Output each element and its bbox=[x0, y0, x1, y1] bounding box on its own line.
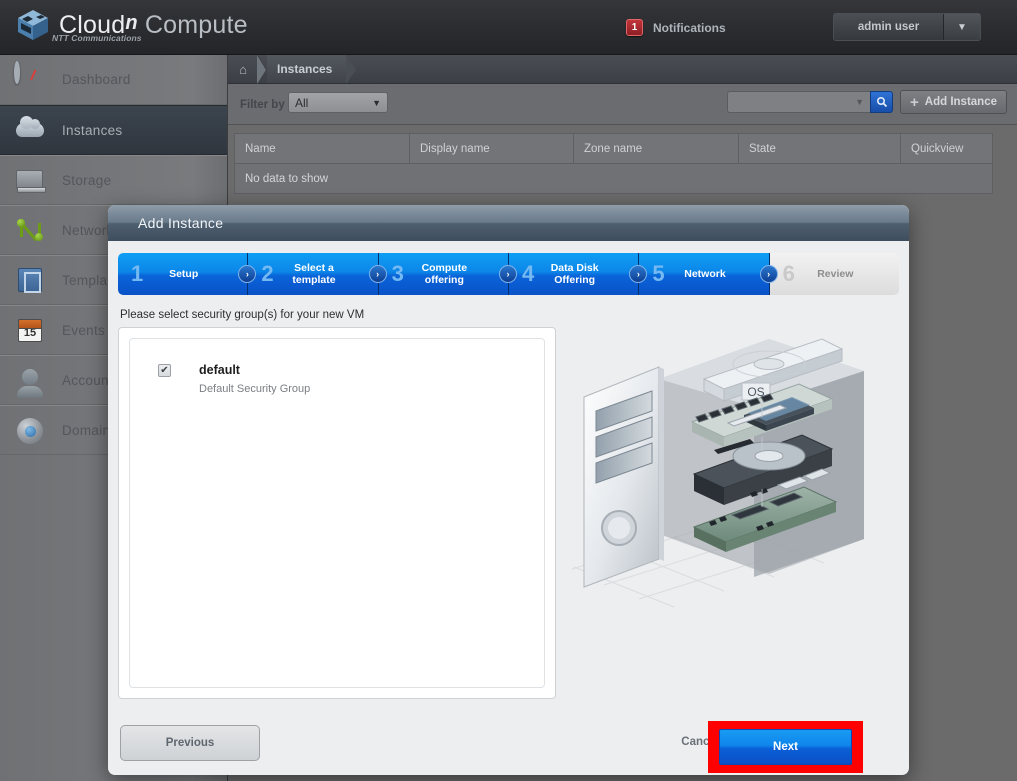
step-chevron-right-icon: › bbox=[368, 265, 387, 283]
next-button[interactable]: Next bbox=[719, 729, 852, 765]
breadcrumb: ⌂ Instances bbox=[228, 55, 1017, 84]
step-number: 5 bbox=[652, 261, 665, 286]
computer-tower-illustration: OS bbox=[571, 338, 864, 608]
gauge-icon bbox=[14, 60, 46, 96]
user-icon bbox=[14, 364, 46, 398]
plus-icon: + bbox=[910, 93, 919, 111]
wizard-step-3[interactable]: 3 Compute offering › bbox=[378, 253, 517, 295]
table-col-name[interactable]: Name bbox=[235, 134, 410, 163]
search-group: ▼ bbox=[727, 91, 893, 113]
breadcrumb-tail bbox=[346, 55, 357, 84]
step-chevron-right-icon: › bbox=[238, 265, 257, 283]
step-number: 1 bbox=[131, 261, 144, 286]
notifications-label: Notifications bbox=[653, 20, 726, 35]
cloud-icon bbox=[14, 114, 46, 146]
step-chevron-right-icon: › bbox=[498, 265, 517, 283]
sidebar-item-instances[interactable]: Instances bbox=[0, 105, 227, 155]
wizard-steps: 1 Setup › 2 Select a template › 3 Comput… bbox=[118, 253, 899, 295]
filter-label: Filter by bbox=[240, 99, 285, 111]
app-root: Cloudn Compute NTT Communications 1 Noti… bbox=[0, 0, 1017, 781]
top-header: Cloudn Compute NTT Communications 1 Noti… bbox=[0, 0, 1017, 55]
security-group-description: Default Security Group bbox=[199, 383, 311, 395]
table-header-row: Name Display name Zone name State Quickv… bbox=[234, 133, 993, 164]
next-button-highlight: Next bbox=[708, 721, 863, 773]
dialog-title: Add Instance bbox=[108, 205, 909, 241]
security-group-row[interactable]: ✔ default Default Security Group bbox=[130, 353, 544, 395]
security-group-name: default bbox=[199, 363, 240, 377]
security-group-list: ✔ default Default Security Group bbox=[129, 338, 545, 688]
table-col-display-name[interactable]: Display name bbox=[410, 134, 574, 163]
security-group-list-panel: ✔ default Default Security Group bbox=[118, 327, 556, 699]
search-icon[interactable] bbox=[870, 91, 893, 113]
wizard-step-6[interactable]: 6 Review bbox=[769, 253, 899, 295]
toolbar: Filter by All ▼ ▼ + Add Instance bbox=[228, 84, 1017, 125]
template-icon bbox=[14, 264, 46, 296]
search-input[interactable] bbox=[727, 91, 870, 113]
brand-subtitle: NTT Communications bbox=[52, 33, 142, 43]
instances-table: Name Display name Zone name State Quickv… bbox=[234, 133, 993, 194]
sidebar-item-storage[interactable]: Storage bbox=[0, 155, 227, 205]
wizard-step-1[interactable]: 1 Setup › bbox=[118, 253, 257, 295]
table-empty-row: No data to show bbox=[234, 164, 993, 194]
cloudn-cube-icon bbox=[14, 6, 52, 44]
chevron-down-icon: ▼ bbox=[372, 97, 381, 108]
user-menu[interactable]: admin user ▼ bbox=[833, 13, 981, 41]
sidebar-item-dashboard[interactable]: Dashboard bbox=[0, 55, 227, 105]
network-nodes-icon bbox=[14, 214, 46, 246]
previous-button[interactable]: Previous bbox=[120, 725, 260, 761]
step-number: 2 bbox=[261, 261, 274, 286]
instance-illustration: OS bbox=[556, 327, 899, 699]
sidebar-label-dashboard: Dashboard bbox=[62, 72, 131, 87]
step-chevron-right-icon: › bbox=[759, 265, 778, 283]
wizard-step-2[interactable]: 2 Select a template › bbox=[248, 253, 387, 295]
add-instance-button[interactable]: + Add Instance bbox=[900, 90, 1007, 114]
wizard-step-5[interactable]: 5 Network › bbox=[639, 253, 778, 295]
step-chevron-right-icon: › bbox=[629, 265, 648, 283]
breadcrumb-current[interactable]: Instances bbox=[267, 55, 347, 83]
add-instance-label: Add Instance bbox=[924, 96, 997, 108]
table-col-state[interactable]: State bbox=[739, 134, 901, 163]
step-number: 6 bbox=[782, 261, 795, 286]
sidebar-label-network: Network bbox=[62, 222, 114, 238]
wizard-step-4[interactable]: 4 Data Disk Offering › bbox=[508, 253, 648, 295]
home-icon[interactable]: ⌂ bbox=[228, 55, 258, 83]
dialog-body: ✔ default Default Security Group OS bbox=[108, 321, 909, 699]
security-group-text: default Default Security Group bbox=[199, 361, 310, 395]
filter-by-select[interactable]: All ▼ bbox=[288, 92, 388, 113]
brand-superscript: n bbox=[125, 11, 138, 34]
table-col-zone-name[interactable]: Zone name bbox=[574, 134, 739, 163]
notifications-badge: 1 bbox=[626, 19, 643, 36]
step-number: 4 bbox=[521, 261, 535, 286]
disk-icon bbox=[14, 164, 46, 196]
calendar-icon: 15 bbox=[14, 314, 46, 346]
sidebar-label-events: Events bbox=[62, 322, 106, 338]
filter-by-value: All bbox=[295, 95, 309, 110]
user-name: admin user bbox=[834, 14, 944, 40]
add-instance-dialog: Add Instance 1 Setup › 2 Select a templa… bbox=[108, 205, 909, 775]
notifications[interactable]: 1 Notifications bbox=[626, 19, 726, 36]
step-number: 3 bbox=[391, 261, 404, 286]
calendar-day: 15 bbox=[18, 319, 42, 342]
user-menu-chevron-down-icon[interactable]: ▼ bbox=[944, 14, 980, 40]
sidebar-label-instances: Instances bbox=[62, 122, 123, 138]
dialog-footer: Previous Cancel Next bbox=[108, 711, 909, 775]
security-group-checkbox[interactable]: ✔ bbox=[158, 364, 171, 377]
globe-icon bbox=[14, 414, 46, 446]
brand-compute: Compute bbox=[144, 10, 248, 39]
sidebar-label-storage: Storage bbox=[62, 172, 112, 188]
breadcrumb-separator bbox=[257, 55, 267, 84]
table-col-quickview[interactable]: Quickview bbox=[901, 134, 992, 163]
